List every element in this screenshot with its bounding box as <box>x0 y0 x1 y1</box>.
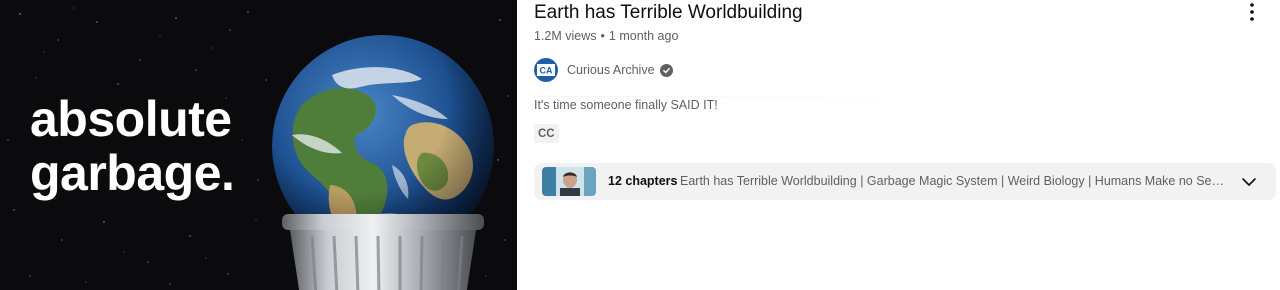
channel-avatar[interactable]: CA <box>534 58 558 82</box>
channel-name[interactable]: Curious Archive <box>567 63 655 77</box>
channel-avatar-logo: CA <box>537 64 555 76</box>
chapters-count: 12 chapters <box>608 174 678 188</box>
thumbnail-caption: absolute garbage. <box>30 91 235 201</box>
video-description-snippet: It's time someone finally SAID IT! <box>534 98 718 112</box>
chevron-down-icon[interactable] <box>1240 173 1258 191</box>
upload-age: 1 month ago <box>608 29 679 43</box>
more-actions-button[interactable] <box>1240 0 1264 24</box>
stats-separator: • <box>600 29 605 43</box>
video-title[interactable]: Earth has Terrible Worldbuilding <box>534 1 803 25</box>
video-thumbnail[interactable]: absolute garbage. <box>0 0 517 290</box>
thumbnail-caption-line2: garbage. <box>30 145 235 201</box>
channel-link[interactable]: CA Curious Archive <box>534 58 673 82</box>
chapters-titles: Earth has Terrible Worldbuilding | Garba… <box>680 174 1228 188</box>
chapter-thumbnail <box>542 167 596 196</box>
video-metadata: Earth has Terrible Worldbuilding 1.2M vi… <box>534 0 1280 290</box>
more-vert-icon <box>1250 3 1254 21</box>
view-count: 1.2M views <box>534 29 597 43</box>
cc-badge: CC <box>534 124 559 143</box>
verified-check-icon <box>659 63 673 77</box>
video-result-row[interactable]: absolute garbage. Earth has Terrible Wor… <box>0 0 1280 290</box>
thumbnail-caption-line1: absolute <box>30 91 232 147</box>
channel-avatar-text: CA <box>540 66 553 76</box>
trash-can-image <box>282 214 484 290</box>
video-stats: 1.2M views • 1 month ago <box>534 28 678 44</box>
description-divider <box>534 96 994 97</box>
chapters-expander[interactable]: 12 chapters Earth has Terrible Worldbuil… <box>534 163 1276 200</box>
